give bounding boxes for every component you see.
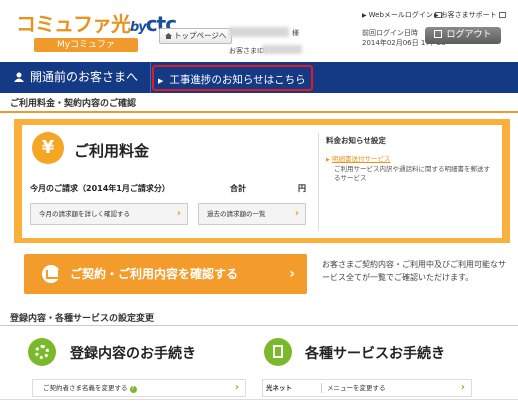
chevron-right-icon: ›: [289, 266, 295, 282]
home-icon: [165, 33, 172, 39]
chevron-right-icon: ›: [234, 382, 239, 393]
chevron-right-icon: ›: [294, 208, 299, 219]
statement-service-description: ご利用サービス内訳や通話料に関する明細書を郵送するサービス: [334, 165, 490, 182]
billing-section-title: ご利用料金・契約内容のご確認: [0, 95, 518, 113]
logout-button[interactable]: ログアウト: [425, 27, 501, 44]
help-icon[interactable]: ?: [129, 386, 137, 393]
yen-icon: ¥: [32, 132, 64, 164]
logo-wordmark: コミュファ光byctc: [16, 12, 177, 36]
my-commufa-badge: Myコミュファ: [34, 38, 138, 52]
billing-card: ¥ ご利用料金 今月のご請求（2014年1月ご請求分） 合計 円 今月の請求額を…: [22, 125, 502, 238]
logout-icon: [434, 30, 443, 38]
bill-detail-button[interactable]: 今月の請求額を詳しく確認する ›: [30, 203, 188, 225]
person-icon: [14, 72, 24, 82]
gear-icon: [28, 338, 56, 366]
nav-item-construction-progress[interactable]: ▶ 工事進捗のお知らせはこちら: [152, 65, 313, 91]
redacted-customer-id: [262, 45, 302, 54]
triangle-right-icon: ▶: [326, 157, 330, 163]
statement-service-link[interactable]: ▶ 明細書送付サービス: [326, 153, 390, 163]
card-divider: [318, 133, 319, 231]
service-procedures-title: 各種サービスお手続き: [305, 346, 445, 362]
honorific-label: 様: [292, 29, 299, 37]
site-header: コミュファ光byctc Myコミュファ トップページへ 様 お客さまID： ▶ W…: [0, 0, 518, 62]
redacted-customer-name: [229, 27, 289, 37]
triangle-right-icon: ▶: [158, 77, 164, 85]
webmail-login-link[interactable]: ▶ Webメールログイン: [362, 10, 442, 20]
bottom-divider: [0, 399, 518, 400]
triangle-right-icon: ▶: [362, 12, 367, 19]
main-nav-bar: 開通前のお客さまへ ▶ 工事進捗のお知らせはこちら: [0, 62, 518, 93]
chevron-right-icon: ›: [176, 208, 181, 219]
hikari-net-row[interactable]: 光ネット メニューを変更する ›: [262, 379, 472, 397]
nav-item-pre-opening[interactable]: 開通前のお客さまへ: [0, 62, 150, 93]
triangle-right-icon: ▶: [434, 12, 439, 19]
settings-section-title: 登録内容・各種サービスの設定変更: [10, 314, 155, 324]
top-page-button[interactable]: トップページへ: [159, 28, 233, 44]
row-separator: [321, 383, 322, 393]
document-icon: [264, 338, 292, 366]
yen-unit: 円: [298, 184, 306, 193]
support-link[interactable]: ▶ お客さまサポート: [434, 10, 506, 20]
notice-settings-title: 料金お知らせ設定: [326, 136, 386, 145]
contract-details-button[interactable]: ご契約・ご利用内容を確認する ›: [24, 254, 307, 294]
bill-history-button[interactable]: 過去の請求額の一覧 ›: [198, 203, 306, 225]
nav-divider: [150, 62, 151, 93]
hikari-net-label: 光ネット: [266, 384, 292, 392]
change-menu-link[interactable]: メニューを変更する: [327, 380, 386, 396]
current-bill-label: 今月のご請求（2014年1月ご請求分）: [30, 184, 170, 193]
change-contract-name-link[interactable]: ご契約者さま名義を変更する? ›: [32, 379, 246, 397]
contract-description: お客さまご契約内容・ご利用中及びご利用可能なサービス全てが一覧でご確認いただけま…: [322, 260, 506, 282]
registration-procedures-title: 登録内容のお手続き: [70, 346, 196, 362]
section-divider: [0, 325, 518, 326]
chevron-right-icon: ›: [460, 382, 465, 393]
commufa-logo[interactable]: コミュファ光byctc Myコミュファ: [14, 8, 177, 54]
external-window-icon: [498, 12, 506, 18]
total-label: 合計: [230, 184, 246, 193]
billing-panel: ¥ ご利用料金 今月のご請求（2014年1月ご請求分） 合計 円 今月の請求額を…: [14, 119, 510, 243]
book-icon: [42, 265, 60, 283]
billing-title: ご利用料金: [74, 142, 150, 160]
